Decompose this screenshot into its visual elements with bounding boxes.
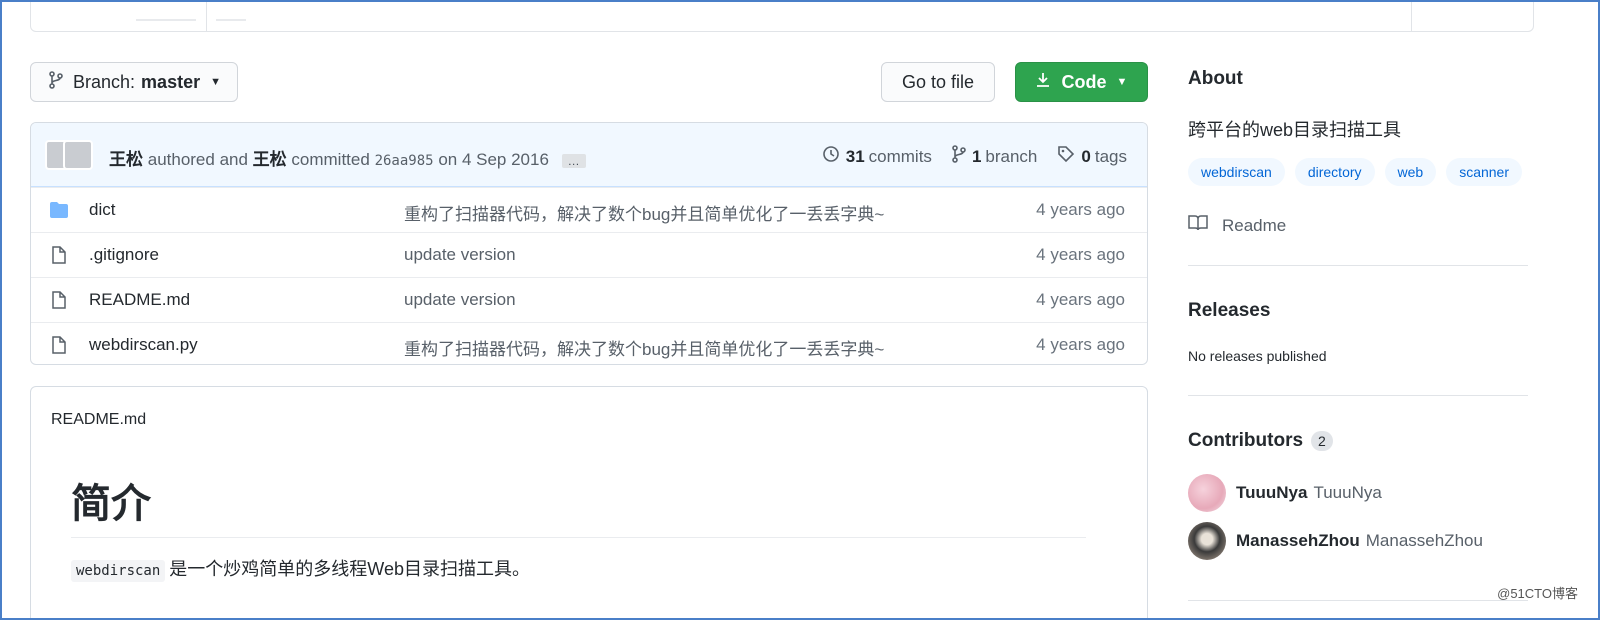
branch-count: 1 [971,146,982,166]
commits-link[interactable]: 31 commits [822,145,932,168]
readme-paragraph: webdirscan 是一个炒鸡简单的多线程Web目录扫描工具。 [71,555,530,582]
avatar[interactable] [1188,522,1226,560]
contributors-title-label: Contributors [1188,430,1304,451]
file-row[interactable]: .gitignore update version 4 years ago [31,232,1147,277]
about-title: About [1188,68,1243,89]
code-button-label: Code [1061,71,1107,92]
divider [1188,395,1528,396]
file-age: 4 years ago [1036,245,1125,264]
file-commit-message-link[interactable]: update version [404,290,516,310]
file-icon [49,336,69,354]
tag-icon [1057,145,1075,168]
git-branch-icon [952,145,966,168]
contributors-title[interactable]: Contributors 2 [1188,430,1333,452]
latest-commit-bar: 王松 authored and 王松 committed 26aa985 on … [31,123,1147,187]
commit-avatars[interactable] [45,140,93,170]
branch-name: master [141,71,201,92]
commit-expand-button[interactable]: … [561,153,586,168]
branch-count-label: branch [985,146,1038,166]
commit-authored-text: authored and [147,150,248,169]
file-icon [49,291,69,309]
file-row[interactable]: dict 重构了扫描器代码，解决了数个bug并且简单优化了一丢丢字典~ 4 ye… [31,187,1147,232]
commit-sha-link[interactable]: 26aa985 [375,153,434,169]
commits-label: commits [868,146,932,166]
readme-panel: README.md 简介 webdirscan 是一个炒鸡简单的多线程Web目录扫… [30,386,1148,620]
divider [1188,600,1528,601]
watermark: @51CTO博客 [1497,586,1578,601]
contributor-item[interactable]: TuuuNya TuuuNya [1188,474,1382,512]
divider [1411,1,1412,31]
tags-label: tags [1094,146,1127,166]
file-name-link[interactable]: dict [89,200,115,220]
file-name-link[interactable]: .gitignore [89,245,159,265]
avatar[interactable] [1188,474,1226,512]
history-icon [822,145,840,168]
avatar[interactable] [63,140,93,170]
branch-selector-button[interactable]: Branch: master ▼ [30,62,238,102]
contributor-item[interactable]: ManassehZhou ManassehZhou [1188,522,1483,560]
commit-committer-link[interactable]: 王松 [253,150,287,169]
file-browser: 王松 authored and 王松 committed 26aa985 on … [30,122,1148,365]
contributor-name: ManassehZhou [1365,531,1483,550]
commit-author-link[interactable]: 王松 [109,150,143,169]
file-row[interactable]: README.md update version 4 years ago [31,277,1147,322]
file-commit-message-link[interactable]: 重构了扫描器代码，解决了数个bug并且简单优化了一丢丢字典~ [404,200,884,225]
code-button[interactable]: Code ▼ [1015,62,1148,102]
file-name-link[interactable]: README.md [89,290,190,310]
readme-inline-code: webdirscan [71,560,166,582]
readme-file-label: README.md [51,411,147,428]
file-commit-message-link[interactable]: update version [404,245,516,265]
tags-link[interactable]: 0 tags [1057,145,1127,168]
readme-paragraph-text: 是一个炒鸡简单的多线程Web目录扫描工具。 [169,559,530,579]
file-icon [49,246,69,264]
repo-description: 跨平台的web目录扫描工具 [1188,120,1402,140]
repo-stats: 31 commits 1 branch 0 tags [822,145,1127,168]
topic-tag[interactable]: scanner [1446,158,1523,186]
file-row[interactable]: webdirscan.py 重构了扫描器代码，解决了数个bug并且简单优化了一丢… [31,322,1147,364]
caret-down-icon: ▼ [210,76,221,88]
file-name-link[interactable]: webdirscan.py [89,335,198,355]
contributor-login[interactable]: ManassehZhou [1236,531,1360,551]
commits-count: 31 [845,146,865,166]
contributor-login[interactable]: TuuuNya [1236,483,1307,503]
commit-date: on 4 Sep 2016 [438,150,549,169]
caret-down-icon: ▼ [1116,76,1128,88]
readme-link[interactable]: Readme [1188,214,1286,237]
contributors-count-badge: 2 [1311,431,1333,451]
tags-count: 0 [1081,146,1091,166]
download-icon [1036,72,1050,93]
go-to-file-button[interactable]: Go to file [881,62,995,102]
contributor-name: TuuuNya [1313,483,1382,502]
file-age: 4 years ago [1036,335,1125,354]
branch-label: Branch: [73,71,136,92]
file-age: 4 years ago [1036,200,1125,219]
folder-icon [49,201,69,219]
divider [216,19,246,21]
topic-tag[interactable]: directory [1294,158,1375,186]
top-navigation-remnant [30,0,1534,32]
topic-tag[interactable]: webdirscan [1188,158,1285,186]
readme-heading: 简介 [71,471,1086,538]
commit-summary: 王松 authored and 王松 committed 26aa985 on … [109,145,586,170]
readme-link-label: Readme [1222,215,1287,235]
divider [136,19,196,21]
topics-list: webdirscan directory web scanner [1188,158,1523,186]
topic-tag[interactable]: web [1384,158,1437,186]
commit-committed-text: committed [291,150,370,169]
branches-link[interactable]: 1 branch [952,145,1037,168]
book-icon [1188,214,1208,237]
no-releases-text: No releases published [1188,348,1327,364]
file-age: 4 years ago [1036,290,1125,309]
divider [1188,265,1528,266]
file-commit-message-link[interactable]: 重构了扫描器代码，解决了数个bug并且简单优化了一丢丢字典~ [404,335,884,360]
divider [206,1,207,31]
releases-title[interactable]: Releases [1188,300,1270,322]
git-branch-icon [49,70,63,94]
